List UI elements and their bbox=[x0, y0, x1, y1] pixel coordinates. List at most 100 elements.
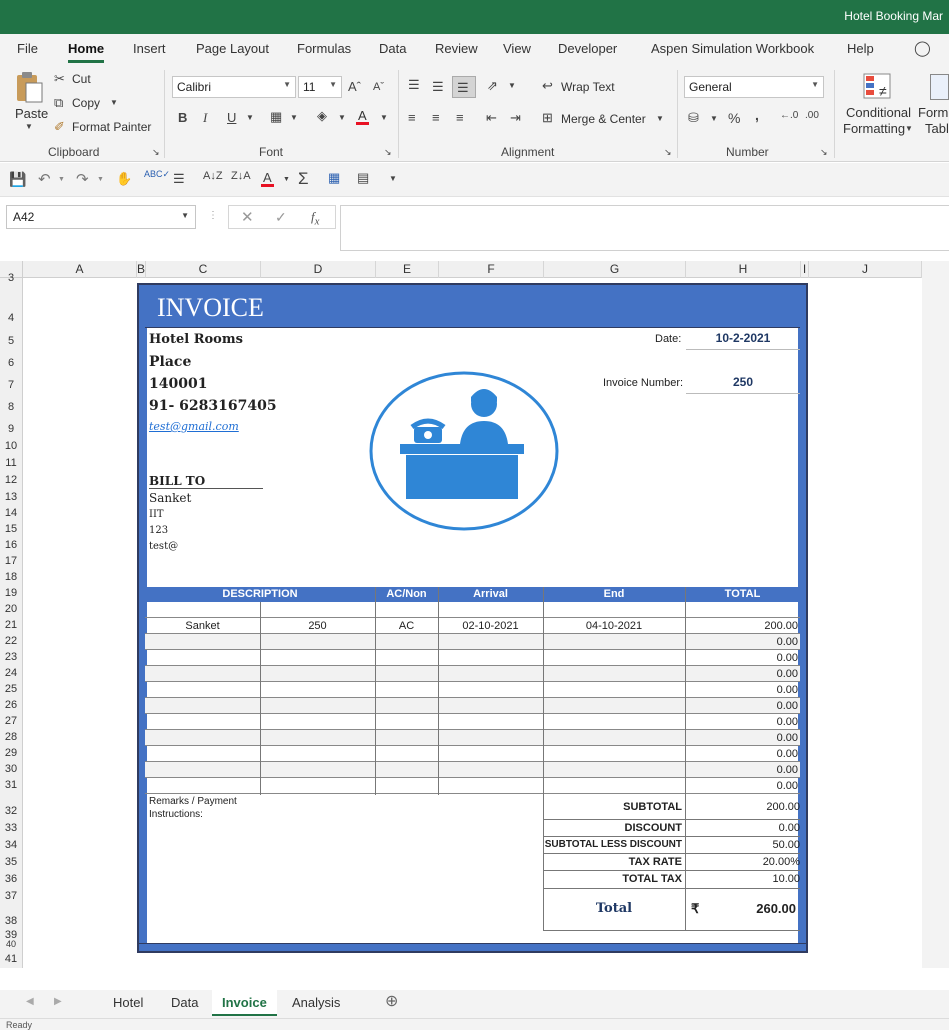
font-color-icon[interactable]: A bbox=[261, 171, 274, 187]
sheet-tab-data[interactable]: Data bbox=[161, 990, 208, 1016]
add-sheet-icon[interactable]: ⊕ bbox=[385, 994, 398, 1010]
undo-icon[interactable]: ↶ bbox=[38, 172, 51, 187]
row-header[interactable]: 3 bbox=[0, 272, 22, 284]
increase-font-icon[interactable]: Aˆ bbox=[348, 80, 361, 93]
font-name-box[interactable]: Calibri ▼ bbox=[172, 76, 296, 98]
align-middle-icon[interactable]: ☰ bbox=[432, 80, 444, 93]
row-header[interactable]: 41 bbox=[0, 953, 22, 965]
format-as-table-button[interactable]: Form bbox=[918, 105, 948, 120]
format-painter-button[interactable]: Format Painter bbox=[72, 120, 151, 134]
tab-help[interactable]: Help bbox=[847, 41, 874, 56]
row-header[interactable]: 34 bbox=[0, 839, 22, 851]
merge-dropdown-icon[interactable]: ▼ bbox=[656, 115, 664, 123]
accounting-dropdown-icon[interactable]: ▼ bbox=[710, 115, 718, 123]
name-box[interactable]: A42 ▼ bbox=[6, 205, 196, 229]
tab-formulas[interactable]: Formulas bbox=[297, 41, 351, 56]
row-header[interactable]: 29 bbox=[0, 747, 22, 759]
orientation-dropdown-icon[interactable]: ▼ bbox=[508, 82, 516, 90]
table-row[interactable]: 0.00 bbox=[145, 746, 800, 762]
column-header[interactable]: J bbox=[809, 261, 922, 278]
row-header[interactable]: 26 bbox=[0, 699, 22, 711]
redo-dropdown-icon[interactable]: ▼ bbox=[97, 176, 104, 183]
enter-icon[interactable]: ✓ bbox=[275, 210, 287, 224]
align-right-icon[interactable]: ≡ bbox=[456, 111, 464, 124]
sheet-tab-analysis[interactable]: Analysis bbox=[282, 990, 350, 1016]
table-row[interactable]: 0.00 bbox=[145, 650, 800, 666]
increase-decimal-icon[interactable]: ←.0 bbox=[780, 111, 798, 121]
form-icon[interactable]: ▤ bbox=[357, 171, 369, 184]
format-as-table-icon[interactable] bbox=[930, 74, 949, 100]
clipboard-launcher-icon[interactable]: ↘ bbox=[152, 148, 160, 157]
font-launcher-icon[interactable]: ↘ bbox=[384, 148, 392, 157]
table-row[interactable]: 0.00 bbox=[145, 666, 800, 682]
borders-dropdown-icon[interactable]: ▼ bbox=[290, 114, 298, 122]
row-header[interactable]: 23 bbox=[0, 651, 22, 663]
row-header[interactable]: 17 bbox=[0, 555, 22, 567]
font-size-box[interactable]: 11 ▼ bbox=[298, 76, 342, 98]
increase-indent-icon[interactable]: ⇥ bbox=[510, 111, 521, 124]
table-row[interactable]: 0.00 bbox=[145, 698, 800, 714]
tab-review[interactable]: Review bbox=[435, 41, 478, 56]
row-header[interactable]: 40 bbox=[0, 939, 22, 949]
row-header[interactable]: 22 bbox=[0, 635, 22, 647]
cond-fmt-dropdown-icon[interactable]: ▼ bbox=[905, 125, 913, 133]
row-header[interactable]: 8 bbox=[0, 401, 22, 413]
column-header[interactable]: A bbox=[23, 261, 137, 278]
column-header[interactable]: H bbox=[686, 261, 801, 278]
accounting-format-icon[interactable]: ⛁ bbox=[688, 111, 699, 124]
conditional-formatting-icon[interactable]: ≠ bbox=[862, 72, 894, 102]
touch-mode-icon[interactable]: ✋ bbox=[116, 172, 132, 185]
align-bottom-icon[interactable]: ☰ bbox=[452, 76, 476, 98]
column-header[interactable]: G bbox=[544, 261, 686, 278]
row-header[interactable]: 31 bbox=[0, 779, 22, 791]
tab-home[interactable]: Home bbox=[68, 41, 105, 63]
row-header[interactable]: 13 bbox=[0, 491, 22, 503]
cut-button[interactable]: Cut bbox=[72, 72, 91, 86]
formula-input[interactable] bbox=[340, 205, 949, 251]
cancel-icon[interactable]: ✕ bbox=[241, 210, 254, 225]
table-row[interactable]: 0.00 bbox=[145, 778, 800, 794]
conditional-formatting-button[interactable]: Conditional bbox=[846, 105, 911, 120]
font-color-icon[interactable]: A bbox=[356, 109, 369, 125]
percent-button[interactable]: % bbox=[728, 111, 740, 125]
font-color-dropdown-icon[interactable]: ▼ bbox=[380, 114, 388, 122]
row-header[interactable]: 14 bbox=[0, 507, 22, 519]
copy-button[interactable]: Copy bbox=[72, 96, 100, 110]
number-format-box[interactable]: General ▼ bbox=[684, 76, 824, 98]
row-header[interactable]: 9 bbox=[0, 423, 22, 435]
row-header[interactable]: 6 bbox=[0, 357, 22, 369]
table-row[interactable] bbox=[145, 602, 800, 618]
row-header[interactable]: 21 bbox=[0, 619, 22, 631]
align-left-icon[interactable]: ≡ bbox=[408, 111, 416, 124]
align-top-icon[interactable]: ☰ bbox=[408, 78, 420, 91]
undo-dropdown-icon[interactable]: ▼ bbox=[58, 176, 65, 183]
fill-dropdown-icon[interactable]: ▼ bbox=[338, 114, 346, 122]
sheet-tab-hotel[interactable]: Hotel bbox=[103, 990, 153, 1016]
row-header[interactable]: 37 bbox=[0, 890, 22, 902]
row-header[interactable]: 20 bbox=[0, 603, 22, 615]
scroll-left-icon[interactable]: ◀ bbox=[26, 997, 34, 1007]
table-row[interactable]: 0.00 bbox=[145, 714, 800, 730]
row-header[interactable]: 11 bbox=[0, 457, 22, 469]
row-header[interactable]: 38 bbox=[0, 915, 22, 927]
lightbulb-icon[interactable]: ◯ bbox=[914, 41, 931, 56]
number-launcher-icon[interactable]: ↘ bbox=[820, 148, 828, 157]
column-header[interactable]: E bbox=[376, 261, 439, 278]
row-header[interactable]: 7 bbox=[0, 379, 22, 391]
tab-aspen[interactable]: Aspen Simulation Workbook bbox=[651, 41, 814, 56]
row-header[interactable]: 25 bbox=[0, 683, 22, 695]
row-header[interactable]: 28 bbox=[0, 731, 22, 743]
bold-button[interactable]: B bbox=[178, 111, 187, 124]
tab-page-layout[interactable]: Page Layout bbox=[196, 41, 269, 56]
row-header[interactable]: 35 bbox=[0, 856, 22, 868]
scroll-right-icon[interactable]: ▶ bbox=[54, 997, 62, 1007]
font-color-dropdown-icon[interactable]: ▼ bbox=[283, 176, 290, 183]
row-header[interactable]: 24 bbox=[0, 667, 22, 679]
table-row[interactable]: 0.00 bbox=[145, 682, 800, 698]
row-header[interactable]: 15 bbox=[0, 523, 22, 535]
orientation-icon[interactable]: ⇗ bbox=[487, 79, 498, 92]
paste-icon[interactable] bbox=[14, 70, 44, 104]
row-header[interactable]: 10 bbox=[0, 440, 22, 452]
table-row[interactable]: 0.00 bbox=[145, 762, 800, 778]
table-row[interactable]: 0.00 bbox=[145, 634, 800, 650]
